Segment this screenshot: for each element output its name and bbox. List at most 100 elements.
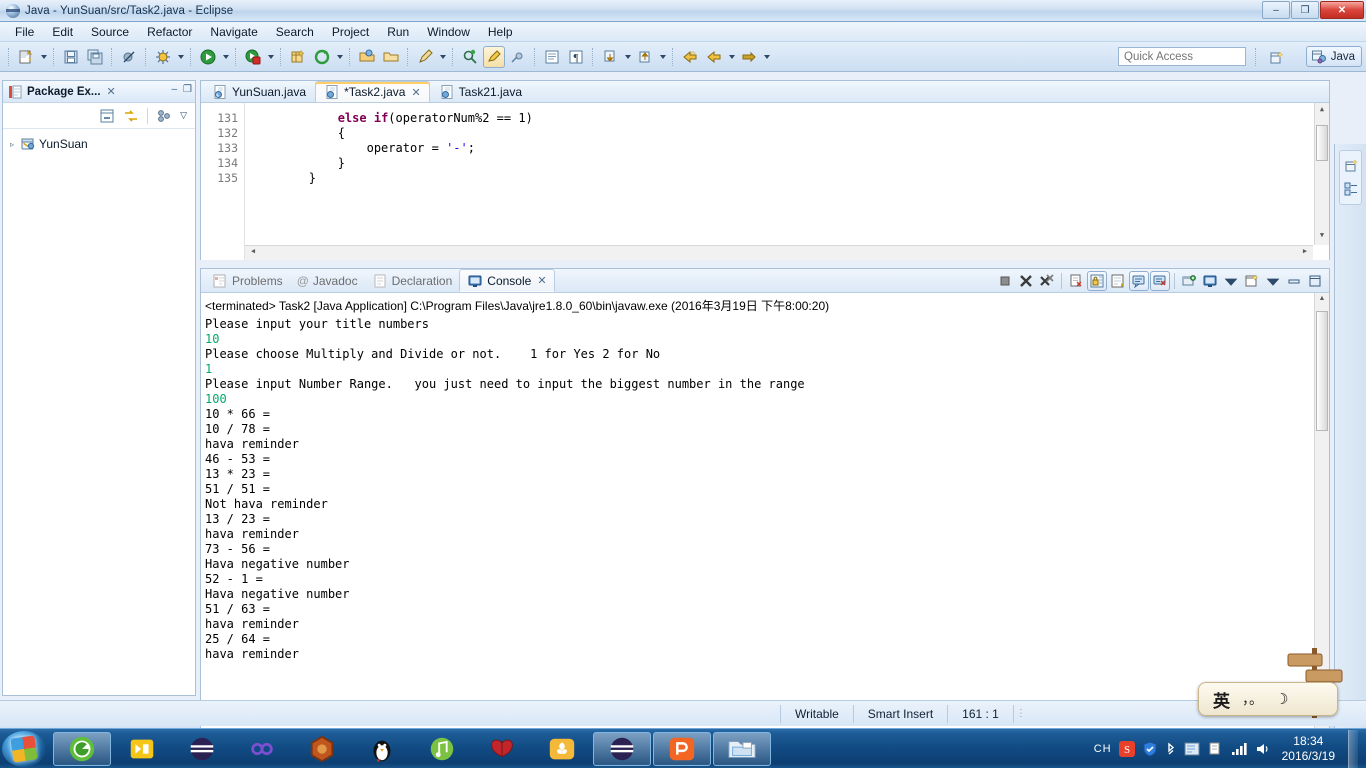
minimize-button[interactable]: – [1262, 1, 1290, 19]
annotation-icon[interactable] [414, 46, 436, 68]
ime-mode-button[interactable]: 英 [1213, 687, 1230, 712]
debug-dropdown-icon[interactable] [175, 46, 186, 68]
view-menu-icon[interactable] [156, 108, 172, 124]
java-perspective-icon[interactable] [1340, 178, 1362, 200]
shield-icon[interactable] [1142, 741, 1158, 757]
pin-console-icon[interactable] [1150, 271, 1170, 291]
taskbar-item-music[interactable] [413, 732, 471, 766]
run-icon[interactable] [197, 46, 219, 68]
previous-annotation-dropdown-icon[interactable] [657, 46, 668, 68]
new-wizard-icon[interactable] [15, 46, 37, 68]
previous-annotation-icon[interactable] [634, 46, 656, 68]
expand-arrow-icon[interactable]: ▹ [7, 140, 17, 149]
open-perspective-icon[interactable] [1340, 155, 1362, 177]
debug-icon[interactable] [152, 46, 174, 68]
bluetooth-icon[interactable] [1165, 741, 1177, 757]
open-task-icon[interactable] [380, 46, 402, 68]
back-dropdown-icon[interactable] [726, 46, 737, 68]
close-button[interactable]: ✕ [1320, 1, 1364, 19]
tab-close-icon[interactable]: ✕ [537, 274, 546, 287]
scrollbar-thumb[interactable] [1316, 311, 1328, 431]
open-type-icon[interactable] [356, 46, 378, 68]
open-console-icon[interactable] [1242, 271, 1262, 291]
scroll-up-icon[interactable]: ▲ [1316, 105, 1328, 117]
external-tools-icon[interactable] [311, 46, 333, 68]
remove-all-terminated-icon[interactable] [1037, 271, 1057, 291]
editor-horizontal-scrollbar[interactable]: ◀ ▶ [245, 245, 1313, 260]
taskbar-item-tool[interactable] [233, 732, 291, 766]
editor-text-area[interactable]: 131 132 133 134 135 else if(operatorNum%… [201, 103, 1329, 260]
taskbar-item-notes[interactable] [533, 732, 591, 766]
clear-console-icon[interactable] [1066, 271, 1086, 291]
scroll-right-icon[interactable]: ▶ [1299, 247, 1311, 259]
menu-file[interactable]: File [6, 23, 43, 41]
maximize-icon[interactable] [1305, 271, 1325, 291]
menu-run[interactable]: Run [378, 23, 418, 41]
annotation-prev-icon[interactable] [507, 46, 529, 68]
new-console-view-icon[interactable] [1179, 271, 1199, 291]
show-console-on-output-icon[interactable] [1129, 271, 1149, 291]
terminate-icon[interactable] [995, 271, 1015, 291]
editor-vertical-scrollbar[interactable]: ▲ ▼ [1314, 103, 1329, 245]
link-with-editor-icon[interactable] [123, 108, 139, 124]
taskbar-item-browser[interactable] [173, 732, 231, 766]
open-perspective-icon[interactable] [1266, 47, 1288, 69]
tab-task2-java[interactable]: *Task2.java ✕ [315, 81, 430, 102]
input-language-indicator[interactable]: CH [1094, 743, 1112, 755]
chevron-down-icon[interactable]: ▽ [180, 110, 187, 121]
next-annotation-icon[interactable] [599, 46, 621, 68]
tab-javadoc[interactable]: @ Javadoc [290, 269, 365, 292]
taskbar-item-browser2[interactable] [593, 731, 651, 766]
run-coverage-icon[interactable] [242, 46, 264, 68]
minimize-icon[interactable] [1284, 271, 1304, 291]
save-icon[interactable] [60, 46, 82, 68]
remove-launch-icon[interactable] [1016, 271, 1036, 291]
tab-declaration[interactable]: Declaration [365, 269, 460, 292]
package-explorer-close-icon[interactable]: ✕ [107, 85, 116, 98]
tree-item-yunsuan[interactable]: ▹ YunSuan [7, 135, 195, 153]
console-output-area[interactable]: <terminated> Task2 [Java Application] C:… [201, 293, 1329, 768]
toggle-markoccurrences-icon[interactable] [483, 45, 505, 68]
open-console-dropdown-icon[interactable] [1263, 271, 1283, 291]
screenshot-icon[interactable] [1184, 741, 1200, 757]
ime-punctuation-button[interactable]: ，。 [1242, 689, 1263, 709]
tab-problems[interactable]: Problems [205, 269, 290, 292]
display-selected-console-icon[interactable] [1200, 271, 1220, 291]
external-tools-dropdown-icon[interactable] [334, 46, 345, 68]
menu-window[interactable]: Window [418, 23, 479, 41]
start-button[interactable] [2, 730, 46, 767]
collapse-all-icon[interactable] [99, 108, 115, 124]
maximize-button[interactable]: ❐ [1291, 1, 1319, 19]
last-edit-location-icon[interactable] [679, 46, 701, 68]
status-resize-grip[interactable]: ⋮ [1014, 708, 1028, 719]
minimize-icon[interactable]: – [171, 84, 177, 95]
new-wizard-dropdown-icon[interactable] [38, 46, 49, 68]
new-java-package-icon[interactable] [287, 46, 309, 68]
run-dropdown-icon[interactable] [220, 46, 231, 68]
ime-floating-bar[interactable]: 英 ，。 ☽ [1198, 682, 1338, 716]
menu-navigate[interactable]: Navigate [201, 23, 266, 41]
forward-icon[interactable] [738, 46, 760, 68]
tab-close-icon[interactable]: ✕ [411, 86, 420, 99]
sogou-icon[interactable]: S [1118, 741, 1135, 757]
scroll-down-icon[interactable]: ▼ [1316, 231, 1328, 243]
tab-task21-java[interactable]: Task21.java [430, 81, 531, 102]
taskbar-item-game[interactable] [293, 732, 351, 766]
tab-console[interactable]: Console ✕ [459, 269, 555, 292]
taskbar-item-kugou[interactable] [113, 732, 171, 766]
forward-dropdown-icon[interactable] [761, 46, 772, 68]
menu-project[interactable]: Project [323, 23, 378, 41]
skip-breakpoints-icon[interactable] [118, 46, 140, 68]
pilcrow-icon[interactable]: ¶ [565, 46, 587, 68]
show-desktop-button[interactable] [1348, 730, 1358, 768]
taskbar-item-eclipse[interactable] [53, 731, 111, 766]
menu-search[interactable]: Search [267, 23, 323, 41]
network-icon[interactable] [1230, 741, 1248, 757]
save-all-icon[interactable] [84, 46, 106, 68]
ime-moon-icon[interactable]: ☽ [1275, 690, 1288, 708]
next-annotation-dropdown-icon[interactable] [622, 46, 633, 68]
display-console-dropdown-icon[interactable] [1221, 271, 1241, 291]
scroll-lock-icon[interactable] [1087, 271, 1107, 291]
taskbar-item-qq[interactable] [353, 732, 411, 766]
scroll-up-icon[interactable]: ▲ [1316, 295, 1328, 307]
